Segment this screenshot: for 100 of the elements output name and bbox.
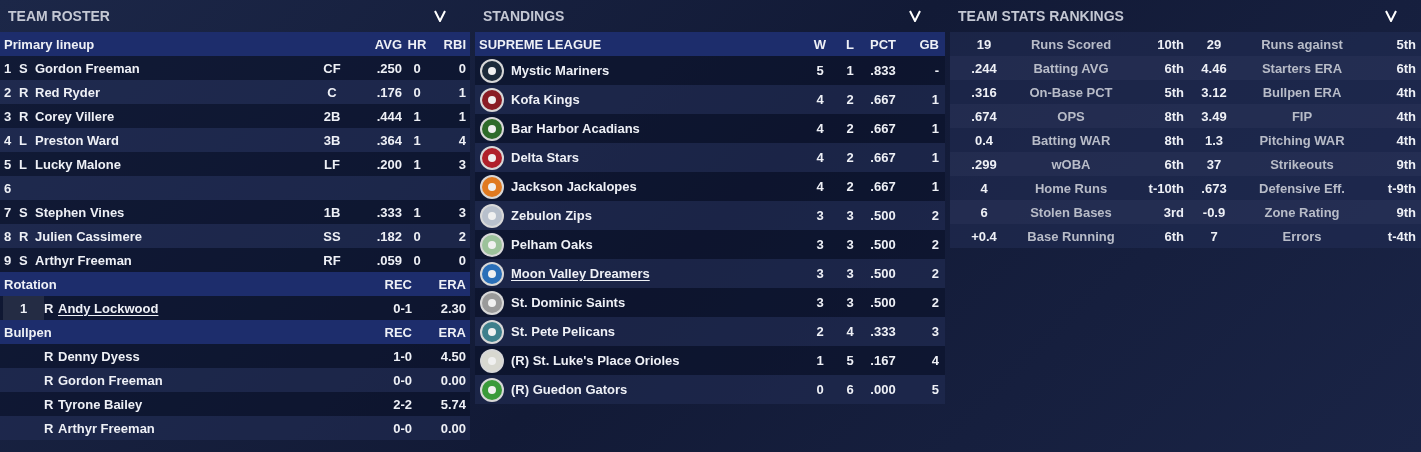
team-name[interactable]: Jackson Jackalopes — [511, 179, 805, 194]
table-cell-text: 2 — [930, 237, 939, 252]
table-cell-text: 1 — [845, 63, 855, 78]
table-cell-text: R — [44, 372, 55, 388]
player-name[interactable]: Gordon Freeman — [58, 372, 332, 388]
stat-rank: 6th — [1163, 228, 1184, 244]
table-cell-text: L — [19, 156, 28, 172]
team-emblem-icon — [479, 289, 505, 316]
stat-rank: 9th — [1395, 204, 1416, 220]
table-cell-text: 3 — [815, 295, 825, 310]
stat-label: Zone Rating — [1263, 204, 1341, 220]
player-name[interactable]: Corey Villere — [35, 108, 312, 124]
table-cell-text: 2 — [930, 295, 939, 310]
player-name[interactable]: Preston Ward — [35, 132, 312, 148]
column-header: W — [812, 36, 828, 52]
chevron-down-icon[interactable] — [1385, 10, 1397, 22]
table-cell-text: 4 — [930, 353, 939, 368]
table-cell-text: 4 — [815, 92, 825, 107]
team-name[interactable]: (R) St. Luke's Place Orioles — [511, 353, 805, 368]
table-cell-text: 2-2 — [392, 396, 412, 412]
panel-title: STANDINGS — [483, 8, 565, 24]
stat-label: Batting WAR — [1030, 132, 1112, 148]
panel-title: TEAM ROSTER — [8, 8, 110, 24]
stat-value: 3.12 — [1200, 84, 1228, 100]
stat-rank: 3rd — [1162, 204, 1184, 220]
team-name[interactable]: Pelham Oaks — [511, 237, 805, 252]
table-cell-text: .500 — [869, 237, 897, 252]
player-name[interactable]: Julien Cassimere — [35, 228, 312, 244]
player-name[interactable]: Denny Dyess — [58, 348, 332, 364]
team-name[interactable]: Mystic Mariners — [511, 63, 805, 78]
stat-value: 29 — [1205, 36, 1223, 52]
player-name[interactable]: Stephen Vines — [35, 204, 312, 220]
team-name[interactable]: St. Pete Pelicans — [511, 324, 805, 339]
player-name[interactable]: Lucky Malone — [35, 156, 312, 172]
table-cell-text: 1 — [815, 353, 825, 368]
table-cell-text: 1 — [412, 204, 422, 220]
team-name[interactable]: Kofa Kings — [511, 92, 805, 107]
table-cell-text: .176 — [375, 84, 402, 100]
stat-rank: 6th — [1163, 156, 1184, 172]
table-cell-text: .200 — [375, 156, 402, 172]
table-cell-text: 0-1 — [392, 300, 412, 316]
table-cell-text: 0 — [412, 252, 422, 268]
table-cell-text: 4 — [815, 121, 825, 136]
stat-label: Runs against — [1260, 36, 1344, 52]
stat-label: Bullpen ERA — [1261, 84, 1343, 100]
table-cell-text: .500 — [869, 295, 897, 310]
column-header: HR — [406, 36, 428, 52]
table-cell-text: LF — [323, 156, 341, 172]
team-emblem-icon — [479, 260, 505, 287]
table-cell-text: S — [19, 204, 29, 220]
chevron-down-icon[interactable] — [909, 10, 921, 22]
table-cell-text: R — [44, 348, 55, 364]
stat-rank: t-4th — [1386, 228, 1416, 244]
stat-value: .316 — [970, 84, 998, 100]
team-name[interactable]: Delta Stars — [511, 150, 805, 165]
table-cell-text: 2 — [930, 266, 939, 281]
team-name[interactable]: St. Dominic Saints — [511, 295, 805, 310]
stat-rank: 5th — [1395, 36, 1416, 52]
table-cell-text: 2 — [4, 84, 13, 100]
stat-value: .244 — [970, 60, 998, 76]
player-name[interactable]: Arthyr Freeman — [35, 252, 312, 268]
team-emblem-icon — [479, 115, 505, 142]
team-name[interactable]: (R) Guedon Gators — [511, 382, 805, 397]
table-cell-text: R — [19, 84, 30, 100]
table-cell-text: S — [19, 60, 29, 76]
player-name[interactable]: Arthyr Freeman — [58, 420, 332, 436]
column-header: L — [845, 36, 855, 52]
stat-value: 7 — [1209, 228, 1219, 244]
stat-rank: 10th — [1156, 36, 1184, 52]
table-cell-text: .364 — [375, 132, 402, 148]
team-emblem-icon — [479, 173, 505, 200]
player-name[interactable]: Gordon Freeman — [35, 60, 312, 76]
table-cell-text: 1 — [930, 179, 939, 194]
table-cell-text: 1 — [457, 108, 466, 124]
stat-label: wOBA — [1050, 156, 1092, 172]
team-name[interactable]: Bar Harbor Acadians — [511, 121, 805, 136]
team-emblem-icon — [479, 144, 505, 171]
table-cell-text: 0 — [412, 228, 422, 244]
team-emblem-icon — [479, 86, 505, 113]
stat-label: Errors — [1281, 228, 1323, 244]
table-cell-text: SS — [322, 228, 342, 244]
table-cell-text: 5.74 — [439, 396, 466, 412]
stat-label: Starters ERA — [1260, 60, 1344, 76]
stat-label: Home Runs — [1033, 180, 1109, 196]
table-cell-text: .059 — [375, 252, 402, 268]
table-cell-text: 0 — [457, 252, 466, 268]
stat-value: .674 — [970, 108, 998, 124]
player-name[interactable]: Red Ryder — [35, 84, 312, 100]
player-name[interactable]: Tyrone Bailey — [58, 396, 332, 412]
table-cell-text: 1B — [322, 204, 342, 220]
team-name[interactable]: Zebulon Zips — [511, 208, 805, 223]
stat-value: +0.4 — [970, 228, 998, 244]
player-link[interactable]: Andy Lockwood — [58, 300, 332, 316]
team-link[interactable]: Moon Valley Dreamers — [511, 266, 805, 281]
table-cell-text: 3 — [815, 237, 825, 252]
table-cell-text: 0.00 — [439, 372, 466, 388]
table-cell-text: .250 — [375, 60, 402, 76]
chevron-down-icon[interactable] — [434, 10, 446, 22]
table-cell-text: - — [933, 63, 939, 78]
stat-value: .673 — [1200, 180, 1228, 196]
